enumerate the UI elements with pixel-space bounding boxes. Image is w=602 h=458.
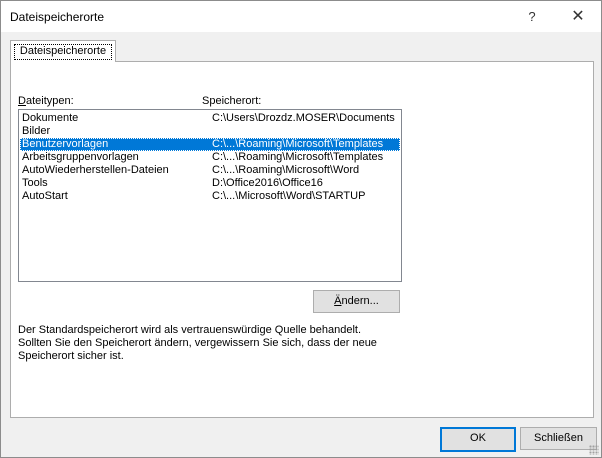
info-line: Speicherort sicher ist.	[18, 350, 124, 362]
location-cell: C:\Users\Drozdz.MOSER\Documents	[212, 112, 395, 124]
ok-button[interactable]: OK	[440, 427, 516, 452]
file-type-cell: Bilder	[22, 125, 51, 137]
file-type-cell: Dokumente	[22, 112, 79, 124]
list-item[interactable]: Tools D:\Office2016\Office16	[20, 177, 400, 190]
location-cell: C:\...\Roaming\Microsoft\Templates	[212, 151, 384, 163]
help-button[interactable]: ?	[509, 1, 555, 32]
file-type-cell: AutoWiederherstellen-Dateien	[22, 164, 169, 176]
change-button[interactable]: Ändern...	[313, 290, 400, 313]
title-bar: Dateispeicherorte ? ✕	[1, 1, 601, 32]
location-cell: C:\...\Microsoft\Word\STARTUP	[212, 190, 366, 202]
file-type-cell: AutoStart	[22, 190, 68, 202]
location-cell: C:\...\Roaming\Microsoft\Word	[212, 164, 360, 176]
location-cell: C:\...\Roaming\Microsoft\Templates	[212, 138, 384, 150]
file-types-header: Dateitypen:	[18, 95, 74, 107]
list-item[interactable]: AutoStart C:\...\Microsoft\Word\STARTUP	[20, 190, 400, 203]
location-cell: D:\Office2016\Office16	[212, 177, 323, 189]
tab-dateispeicherorte[interactable]: Dateispeicherorte	[10, 40, 116, 62]
list-item[interactable]: Bilder	[20, 125, 400, 138]
file-type-cell: Arbeitsgruppenvorlagen	[22, 151, 139, 163]
info-line: Sollten Sie den Speicherort ändern, verg…	[18, 337, 377, 349]
file-type-cell: Tools	[22, 177, 48, 189]
list-item[interactable]: Arbeitsgruppenvorlagen C:\...\Roaming\Mi…	[20, 151, 400, 164]
close-button[interactable]: Schließen	[520, 427, 597, 450]
window-title: Dateispeicherorte	[10, 10, 105, 24]
change-button-rest: ndern...	[341, 295, 379, 307]
list-item[interactable]: AutoWiederherstellen-Dateien C:\...\Roam…	[20, 164, 400, 177]
tab-panel: Dateitypen: Speicherort: Dokumente C:\Us…	[10, 61, 594, 418]
close-icon[interactable]: ✕	[555, 1, 601, 32]
info-line: Der Standardspeicherort wird als vertrau…	[18, 324, 362, 336]
tab-label: Dateispeicherorte	[11, 41, 115, 62]
info-text: Der Standardspeicherort wird als vertrau…	[18, 324, 578, 363]
file-locations-list[interactable]: Dokumente C:\Users\Drozdz.MOSER\Document…	[18, 109, 402, 282]
dialog-window: Dateispeicherorte ? ✕ Dateispeicherorte …	[0, 0, 602, 458]
file-types-header-accel: D	[18, 95, 26, 107]
file-type-cell: Benutzervorlagen	[22, 138, 109, 150]
list-item[interactable]: Benutzervorlagen C:\...\Roaming\Microsof…	[20, 138, 400, 151]
list-item[interactable]: Dokumente C:\Users\Drozdz.MOSER\Document…	[20, 112, 400, 125]
resize-grip-icon[interactable]	[589, 445, 599, 455]
change-button-accel: Ä	[334, 295, 342, 307]
file-types-header-rest: ateitypen:	[25, 95, 74, 107]
location-header: Speicherort:	[202, 95, 262, 107]
